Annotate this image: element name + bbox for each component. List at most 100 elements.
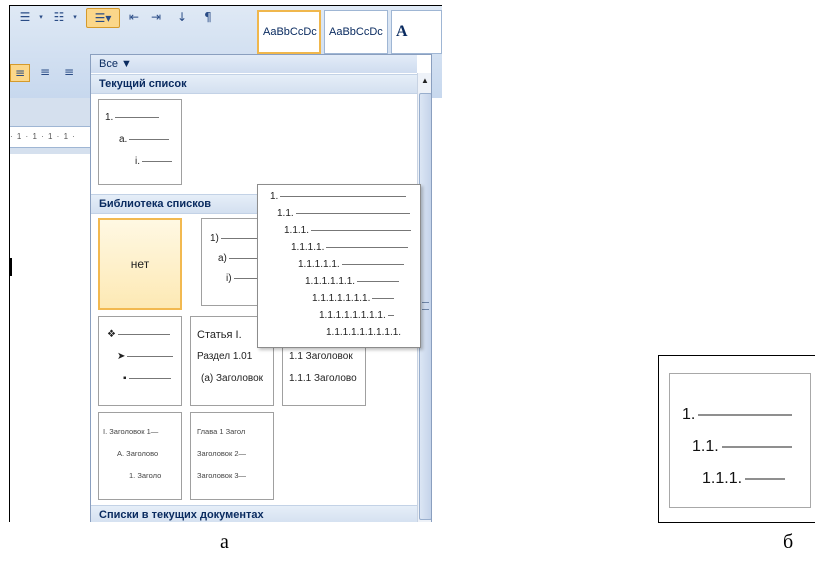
- list-level-row: 1.1.1.: [702, 470, 786, 488]
- list-preview-tooltip: 1. 1.1. 1.1.1. 1.1.1.1. 1.1.1.1.1. 1.1.1…: [257, 184, 421, 348]
- list-level-row: A. Заголово: [117, 449, 158, 458]
- level-label: a.: [119, 134, 128, 145]
- level-label: 1.1.1.1.1.1.1.1.: [319, 310, 386, 321]
- leader-line: [142, 161, 172, 162]
- list-level-row: Глава 1 Загол: [197, 427, 245, 436]
- level-label: Заголовок 2—: [197, 449, 247, 458]
- filter-label: Все ▼: [99, 58, 132, 70]
- panel-b-frame: 1. 1.1. 1.1.1.: [658, 355, 815, 523]
- tile-none-label: нет: [130, 257, 150, 271]
- preview-level-row: 1.1.1.1.1.: [298, 259, 404, 270]
- level-label: 1.1.1.1.1.1.1.: [312, 293, 371, 304]
- level-label: 1.: [105, 112, 114, 123]
- leader-line: [115, 117, 160, 118]
- section-label: Библиотека списков: [99, 198, 212, 210]
- level-label: 1): [210, 233, 219, 244]
- section-lists-in-documents: Списки в текущих документах: [91, 505, 417, 522]
- show-formatting-button[interactable]: ¶: [198, 8, 218, 26]
- leader-line: [721, 446, 792, 448]
- list-level-row: a.: [119, 134, 170, 145]
- bullet-list-dropdown[interactable]: ▾: [36, 8, 46, 26]
- ruler-marks: · 1 · 1 · 1 · 1 ·: [10, 132, 76, 141]
- leader-line: [129, 139, 170, 140]
- preview-level-row: 1.: [270, 191, 407, 202]
- align-center-button[interactable]: ≡: [36, 64, 54, 80]
- list-level-row: 1.: [105, 112, 160, 123]
- preview-level-row: 1.1.: [277, 208, 410, 219]
- level-label: i): [226, 273, 232, 284]
- section-current-list: Текущий список: [91, 74, 417, 94]
- gallery-filter[interactable]: Все ▼: [91, 55, 417, 73]
- tile-roman-headings[interactable]: I. Заголовок 1— A. Заголово 1. Заголо: [98, 412, 182, 500]
- list-level-row: 1. Заголо: [129, 471, 161, 480]
- horizontal-ruler[interactable]: · 1 · 1 · 1 · 1 ·: [10, 126, 96, 148]
- level-label: Глава 1 Загол: [197, 427, 246, 436]
- level-label: 1.1.1.: [284, 225, 310, 236]
- level-label: a): [218, 253, 227, 264]
- square-bullet-icon: ▪: [123, 373, 127, 384]
- bullet-list-icon: ☰: [19, 10, 31, 24]
- align-right-button[interactable]: ≡: [60, 64, 78, 80]
- section-label: Списки в текущих документах: [99, 509, 264, 521]
- leader-line: [326, 247, 409, 248]
- alignment-group: ≡ ≡ ≡: [10, 64, 84, 82]
- multilevel-list-button[interactable]: ☰▾: [86, 8, 120, 28]
- sort-icon: ↓: [176, 10, 188, 24]
- current-list-tile[interactable]: 1. a. i.: [98, 99, 182, 185]
- list-level-row: Заголовок 3—: [197, 471, 246, 480]
- level-label: Статья I.: [197, 329, 242, 341]
- list-level-row: I. Заголовок 1—: [103, 427, 158, 436]
- level-label: 1.1.1 Заголово: [289, 373, 357, 384]
- chevron-down-icon: ▾: [73, 13, 77, 21]
- leader-line: [341, 264, 404, 265]
- leader-line: [117, 334, 170, 335]
- tile-none[interactable]: нет: [98, 218, 182, 310]
- bullet-list-button[interactable]: ☰: [14, 8, 36, 26]
- level-label: 1.1.1.: [702, 470, 743, 487]
- leader-line: [128, 378, 171, 379]
- multilevel-list-icon: ☰▾: [94, 11, 112, 25]
- chevron-down-icon: ▾: [39, 13, 43, 21]
- align-left-button[interactable]: ≡: [10, 64, 30, 82]
- preview-level-row: 1.1.1.1.1.1.1.1.: [319, 310, 394, 321]
- triangle-up-icon: ▲: [421, 75, 429, 85]
- list-level-row: 1.: [682, 406, 793, 424]
- preview-level-row: 1.1.1.1.1.1.1.1.1.: [326, 327, 401, 338]
- level-label: 1.1.: [277, 208, 294, 219]
- caption-a: а: [220, 531, 229, 553]
- level-label: 1. Заголо: [129, 471, 162, 480]
- level-label: Заголовок 3—: [197, 471, 247, 480]
- level-label: 1.1.: [692, 438, 719, 455]
- level-label: 1.1.1.1.1.1.1.1.1.: [326, 327, 402, 338]
- list-level-row: 1.1 Заголовок: [289, 351, 353, 362]
- leader-line: [311, 230, 412, 231]
- numbered-list-icon: ☷: [53, 10, 65, 24]
- style-normal[interactable]: AaBbCcDc: [257, 10, 321, 54]
- align-left-icon: ≡: [14, 66, 26, 80]
- level-label: 1.: [270, 191, 279, 202]
- leader-line: [127, 356, 174, 357]
- leader-line: [220, 238, 261, 239]
- list-level-row: Статья I.: [197, 329, 242, 341]
- leader-line: [372, 298, 395, 299]
- scroll-up-button[interactable]: ▲: [418, 73, 431, 87]
- tile-chapter-headings[interactable]: Глава 1 Загол Заголовок 2— Заголовок 3—: [190, 412, 274, 500]
- decrease-indent-button[interactable]: ⇤: [124, 8, 144, 26]
- tile-bullets[interactable]: ❖ ➤ ▪: [98, 316, 182, 406]
- level-label: i.: [135, 156, 140, 167]
- increase-indent-button[interactable]: ⇥: [146, 8, 166, 26]
- sort-button[interactable]: ↓: [172, 8, 192, 26]
- level-label: 1.1 Заголовок: [289, 351, 353, 362]
- style-no-spacing[interactable]: AaBbCcDc: [324, 10, 388, 54]
- numbered-list-dropdown[interactable]: ▾: [70, 8, 80, 26]
- pilcrow-icon: ¶: [204, 10, 212, 24]
- preview-level-row: 1.1.1.1.1.1.: [305, 276, 400, 287]
- style-sample-text: AaBbCcDc: [329, 26, 383, 38]
- numbered-list-button[interactable]: ☷: [48, 8, 70, 26]
- align-center-icon: ≡: [39, 65, 51, 79]
- leader-line: [280, 196, 407, 197]
- level-label: 1.1.1.1.: [291, 242, 325, 253]
- style-heading[interactable]: A: [391, 10, 442, 54]
- list-level-row: ➤: [117, 351, 174, 362]
- leader-line: [295, 213, 410, 214]
